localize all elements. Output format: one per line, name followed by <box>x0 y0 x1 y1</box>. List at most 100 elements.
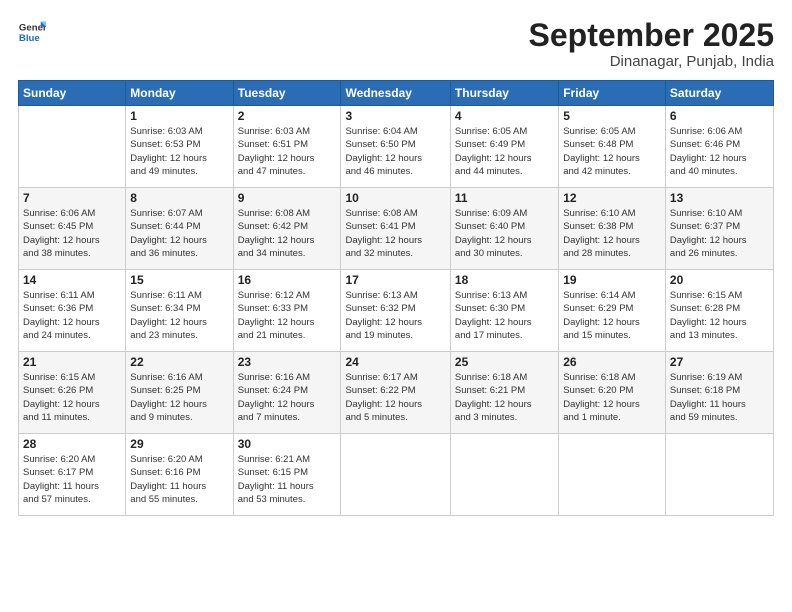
day-info: Sunrise: 6:03 AMSunset: 6:51 PMDaylight:… <box>238 125 337 178</box>
day-number: 7 <box>23 191 121 205</box>
day-number: 12 <box>563 191 661 205</box>
calendar-cell: 21 Sunrise: 6:15 AMSunset: 6:26 PMDayligh… <box>19 352 126 434</box>
day-number: 26 <box>563 355 661 369</box>
day-info: Sunrise: 6:07 AMSunset: 6:44 PMDaylight:… <box>130 207 228 260</box>
calendar-cell: 19Sunrise: 6:14 AMSunset: 6:29 PMDayligh… <box>559 270 666 352</box>
calendar-cell: 25 Sunrise: 6:18 AMSunset: 6:21 PMDayligh… <box>450 352 558 434</box>
logo-icon: General Blue <box>18 18 46 46</box>
day-number: 28 <box>23 437 121 451</box>
day-info: Sunrise: 6:20 AMSunset: 6:17 PMDaylight:… <box>23 453 121 506</box>
calendar-cell: 29Sunrise: 6:20 AMSunset: 6:16 PMDayligh… <box>126 434 233 516</box>
calendar-cell: 26Sunrise: 6:18 AMSunset: 6:20 PMDayligh… <box>559 352 666 434</box>
day-number: 23 <box>238 355 337 369</box>
calendar-cell: 2 Sunrise: 6:03 AMSunset: 6:51 PMDaylight… <box>233 106 341 188</box>
col-friday: Friday <box>559 81 666 106</box>
day-info: Sunrise: 6:08 AMSunset: 6:42 PMDaylight:… <box>238 207 337 260</box>
calendar-cell: 30 Sunrise: 6:21 AMSunset: 6:15 PMDayligh… <box>233 434 341 516</box>
day-info: Sunrise: 6:06 AMSunset: 6:45 PMDaylight:… <box>23 207 121 260</box>
calendar-cell <box>665 434 773 516</box>
calendar-cell: 3 Sunrise: 6:04 AMSunset: 6:50 PMDaylight… <box>341 106 450 188</box>
calendar-cell: 14Sunrise: 6:11 AMSunset: 6:36 PMDayligh… <box>19 270 126 352</box>
calendar-cell: 20 Sunrise: 6:15 AMSunset: 6:28 PMDayligh… <box>665 270 773 352</box>
calendar-cell: 23 Sunrise: 6:16 AMSunset: 6:24 PMDayligh… <box>233 352 341 434</box>
day-info: Sunrise: 6:03 AMSunset: 6:53 PMDaylight:… <box>130 125 228 178</box>
calendar-cell: 6 Sunrise: 6:06 AMSunset: 6:46 PMDaylight… <box>665 106 773 188</box>
calendar-cell: 10Sunrise: 6:08 AMSunset: 6:41 PMDayligh… <box>341 188 450 270</box>
calendar-cell: 18Sunrise: 6:13 AMSunset: 6:30 PMDayligh… <box>450 270 558 352</box>
day-number: 6 <box>670 109 769 123</box>
day-info: Sunrise: 6:16 AMSunset: 6:24 PMDaylight:… <box>238 371 337 424</box>
calendar-cell: 16Sunrise: 6:12 AMSunset: 6:33 PMDayligh… <box>233 270 341 352</box>
month-title: September 2025 <box>529 18 774 53</box>
day-info: Sunrise: 6:10 AMSunset: 6:38 PMDaylight:… <box>563 207 661 260</box>
day-info: Sunrise: 6:12 AMSunset: 6:33 PMDaylight:… <box>238 289 337 342</box>
calendar-cell: 13Sunrise: 6:10 AMSunset: 6:37 PMDayligh… <box>665 188 773 270</box>
day-info: Sunrise: 6:16 AMSunset: 6:25 PMDaylight:… <box>130 371 228 424</box>
calendar-cell: 7 Sunrise: 6:06 AMSunset: 6:45 PMDaylight… <box>19 188 126 270</box>
day-number: 11 <box>455 191 554 205</box>
day-info: Sunrise: 6:15 AMSunset: 6:28 PMDaylight:… <box>670 289 769 342</box>
calendar-cell: 11 Sunrise: 6:09 AMSunset: 6:40 PMDayligh… <box>450 188 558 270</box>
calendar-cell: 12 Sunrise: 6:10 AMSunset: 6:38 PMDayligh… <box>559 188 666 270</box>
day-number: 9 <box>238 191 337 205</box>
day-info: Sunrise: 6:18 AMSunset: 6:21 PMDaylight:… <box>455 371 554 424</box>
logo: General Blue <box>18 18 46 46</box>
day-number: 30 <box>238 437 337 451</box>
week-row-3: 14Sunrise: 6:11 AMSunset: 6:36 PMDayligh… <box>19 270 774 352</box>
calendar-cell: 1 Sunrise: 6:03 AMSunset: 6:53 PMDaylight… <box>126 106 233 188</box>
day-number: 19 <box>563 273 661 287</box>
day-info: Sunrise: 6:05 AMSunset: 6:49 PMDaylight:… <box>455 125 554 178</box>
day-number: 15 <box>130 273 228 287</box>
day-info: Sunrise: 6:11 AMSunset: 6:34 PMDaylight:… <box>130 289 228 342</box>
day-number: 2 <box>238 109 337 123</box>
col-thursday: Thursday <box>450 81 558 106</box>
day-number: 25 <box>455 355 554 369</box>
day-info: Sunrise: 6:04 AMSunset: 6:50 PMDaylight:… <box>345 125 445 178</box>
day-info: Sunrise: 6:09 AMSunset: 6:40 PMDaylight:… <box>455 207 554 260</box>
week-row-4: 21 Sunrise: 6:15 AMSunset: 6:26 PMDayligh… <box>19 352 774 434</box>
day-info: Sunrise: 6:15 AMSunset: 6:26 PMDaylight:… <box>23 371 121 424</box>
title-block: September 2025 Dinanagar, Punjab, India <box>529 18 774 70</box>
day-number: 1 <box>130 109 228 123</box>
day-info: Sunrise: 6:21 AMSunset: 6:15 PMDaylight:… <box>238 453 337 506</box>
calendar-cell: 15 Sunrise: 6:11 AMSunset: 6:34 PMDayligh… <box>126 270 233 352</box>
col-saturday: Saturday <box>665 81 773 106</box>
calendar-cell: 17 Sunrise: 6:13 AMSunset: 6:32 PMDayligh… <box>341 270 450 352</box>
day-number: 14 <box>23 273 121 287</box>
week-row-1: 1 Sunrise: 6:03 AMSunset: 6:53 PMDaylight… <box>19 106 774 188</box>
day-info: Sunrise: 6:08 AMSunset: 6:41 PMDaylight:… <box>345 207 445 260</box>
calendar-cell: 24Sunrise: 6:17 AMSunset: 6:22 PMDayligh… <box>341 352 450 434</box>
day-info: Sunrise: 6:19 AMSunset: 6:18 PMDaylight:… <box>670 371 769 424</box>
calendar-cell <box>559 434 666 516</box>
day-number: 20 <box>670 273 769 287</box>
calendar-cell: 5Sunrise: 6:05 AMSunset: 6:48 PMDaylight… <box>559 106 666 188</box>
page: General Blue September 2025 Dinanagar, P… <box>0 0 792 612</box>
header: General Blue September 2025 Dinanagar, P… <box>18 18 774 70</box>
day-number: 8 <box>130 191 228 205</box>
calendar-cell: 4 Sunrise: 6:05 AMSunset: 6:49 PMDaylight… <box>450 106 558 188</box>
day-number: 24 <box>345 355 445 369</box>
col-sunday: Sunday <box>19 81 126 106</box>
calendar-cell: 8 Sunrise: 6:07 AMSunset: 6:44 PMDaylight… <box>126 188 233 270</box>
calendar-table: Sunday Monday Tuesday Wednesday Thursday… <box>18 80 774 516</box>
calendar-cell <box>450 434 558 516</box>
day-number: 4 <box>455 109 554 123</box>
day-info: Sunrise: 6:20 AMSunset: 6:16 PMDaylight:… <box>130 453 228 506</box>
calendar-cell: 9 Sunrise: 6:08 AMSunset: 6:42 PMDaylight… <box>233 188 341 270</box>
calendar-cell <box>341 434 450 516</box>
day-number: 3 <box>345 109 445 123</box>
svg-text:Blue: Blue <box>19 33 40 44</box>
col-wednesday: Wednesday <box>341 81 450 106</box>
day-number: 27 <box>670 355 769 369</box>
day-number: 21 <box>23 355 121 369</box>
day-info: Sunrise: 6:10 AMSunset: 6:37 PMDaylight:… <box>670 207 769 260</box>
calendar-cell <box>19 106 126 188</box>
day-info: Sunrise: 6:06 AMSunset: 6:46 PMDaylight:… <box>670 125 769 178</box>
day-info: Sunrise: 6:13 AMSunset: 6:30 PMDaylight:… <box>455 289 554 342</box>
col-monday: Monday <box>126 81 233 106</box>
calendar-cell: 28 Sunrise: 6:20 AMSunset: 6:17 PMDayligh… <box>19 434 126 516</box>
day-number: 17 <box>345 273 445 287</box>
calendar-cell: 22Sunrise: 6:16 AMSunset: 6:25 PMDayligh… <box>126 352 233 434</box>
day-info: Sunrise: 6:13 AMSunset: 6:32 PMDaylight:… <box>345 289 445 342</box>
header-row: Sunday Monday Tuesday Wednesday Thursday… <box>19 81 774 106</box>
